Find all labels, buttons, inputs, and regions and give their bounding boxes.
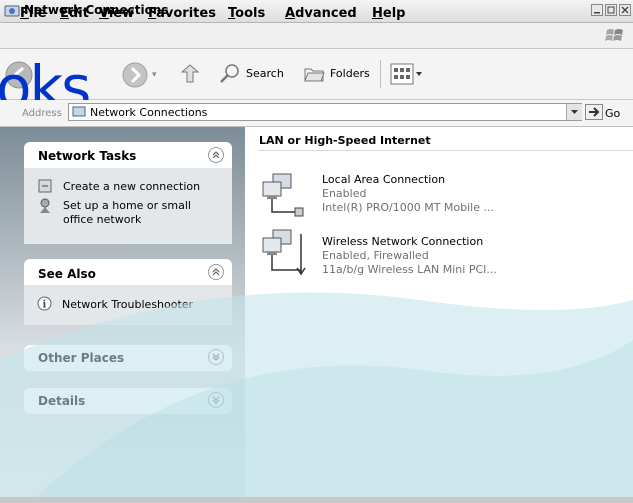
- menu-view[interactable]: View: [99, 6, 134, 21]
- network-tasks-body: Create a new connection Set up a home or…: [24, 168, 232, 244]
- menu-file[interactable]: File: [20, 6, 47, 21]
- network-troubleshooter-link[interactable]: Network Troubleshooter: [62, 298, 193, 311]
- folders-button-label[interactable]: Folders: [330, 67, 370, 80]
- wireless-connection-icon[interactable]: [261, 228, 311, 278]
- forward-arrow-icon[interactable]: [120, 60, 150, 90]
- address-label: Address: [22, 108, 62, 119]
- menu-edit[interactable]: Edit: [60, 6, 89, 21]
- address-network-icon: [72, 106, 86, 117]
- go-arrow-icon[interactable]: [585, 104, 603, 120]
- up-folder-icon[interactable]: [178, 62, 202, 86]
- connection-device: Intel(R) PRO/1000 MT Mobile ...: [322, 201, 494, 214]
- home-network-icon: [40, 198, 50, 213]
- lan-connection-icon[interactable]: [261, 172, 311, 220]
- network-tasks-title: Network Tasks: [38, 149, 137, 163]
- other-places-header[interactable]: Other Places: [24, 345, 232, 371]
- collapse-button[interactable]: [208, 264, 224, 280]
- search-icon[interactable]: [218, 62, 242, 86]
- new-connection-icon: [38, 179, 52, 193]
- setup-home-network-link[interactable]: Set up a home or small: [63, 199, 191, 212]
- create-connection-link[interactable]: Create a new connection: [63, 180, 200, 193]
- minimize-icon: [594, 12, 600, 14]
- section-divider: [259, 150, 633, 151]
- see-also-body: i Network Troubleshooter: [24, 285, 232, 325]
- folders-icon[interactable]: [302, 62, 326, 86]
- connection-name[interactable]: Wireless Network Connection: [322, 235, 483, 248]
- status-bar: [0, 497, 633, 503]
- collapse-up-icon: [212, 268, 220, 276]
- expand-button[interactable]: [208, 392, 224, 408]
- toolbar-separator: [380, 60, 381, 88]
- menu-advanced[interactable]: Advanced: [285, 6, 357, 21]
- connection-name[interactable]: Local Area Connection: [322, 173, 445, 186]
- see-also-header[interactable]: See Also: [24, 259, 232, 285]
- network-folder-icon: [4, 5, 20, 17]
- menu-tools[interactable]: Tools: [228, 6, 265, 21]
- svg-text:i: i: [43, 300, 47, 311]
- other-places-title: Other Places: [38, 351, 125, 365]
- collapse-button[interactable]: [208, 147, 224, 163]
- connection-device: 11a/b/g Wireless LAN Mini PCI...: [322, 263, 497, 276]
- views-icon[interactable]: [389, 62, 425, 86]
- connection-status: Enabled, Firewalled: [322, 249, 429, 262]
- menu-favorites[interactable]: Favorites: [148, 6, 216, 21]
- address-value[interactable]: Network Connections: [90, 106, 207, 119]
- maximize-button[interactable]: [605, 4, 617, 16]
- close-icon: [621, 6, 629, 14]
- expand-down-icon: [212, 353, 220, 361]
- info-icon: i: [37, 296, 52, 311]
- details-header[interactable]: Details: [24, 388, 232, 414]
- forward-dropdown-arrow[interactable]: ▾: [152, 70, 157, 80]
- section-title: LAN or High-Speed Internet: [259, 134, 431, 147]
- go-button-label[interactable]: Go: [605, 107, 620, 120]
- setup-home-network-link-line2[interactable]: office network: [63, 213, 141, 226]
- dropdown-arrow-icon: [571, 110, 578, 114]
- expand-button[interactable]: [208, 349, 224, 365]
- network-tasks-header[interactable]: Network Tasks: [24, 142, 232, 168]
- connection-status: Enabled: [322, 187, 367, 200]
- search-button-label[interactable]: Search: [246, 67, 284, 80]
- close-button[interactable]: [619, 4, 631, 16]
- menu-help[interactable]: Help: [372, 6, 405, 21]
- windows-logo-icon: [605, 29, 623, 41]
- menu-bar: [0, 23, 633, 49]
- see-also-title: See Also: [38, 267, 96, 281]
- collapse-up-icon: [212, 151, 220, 159]
- address-dropdown-button[interactable]: [566, 104, 582, 120]
- maximize-icon: [607, 6, 615, 14]
- details-title: Details: [38, 394, 86, 408]
- minimize-button[interactable]: [591, 4, 603, 16]
- expand-down-icon: [212, 396, 220, 404]
